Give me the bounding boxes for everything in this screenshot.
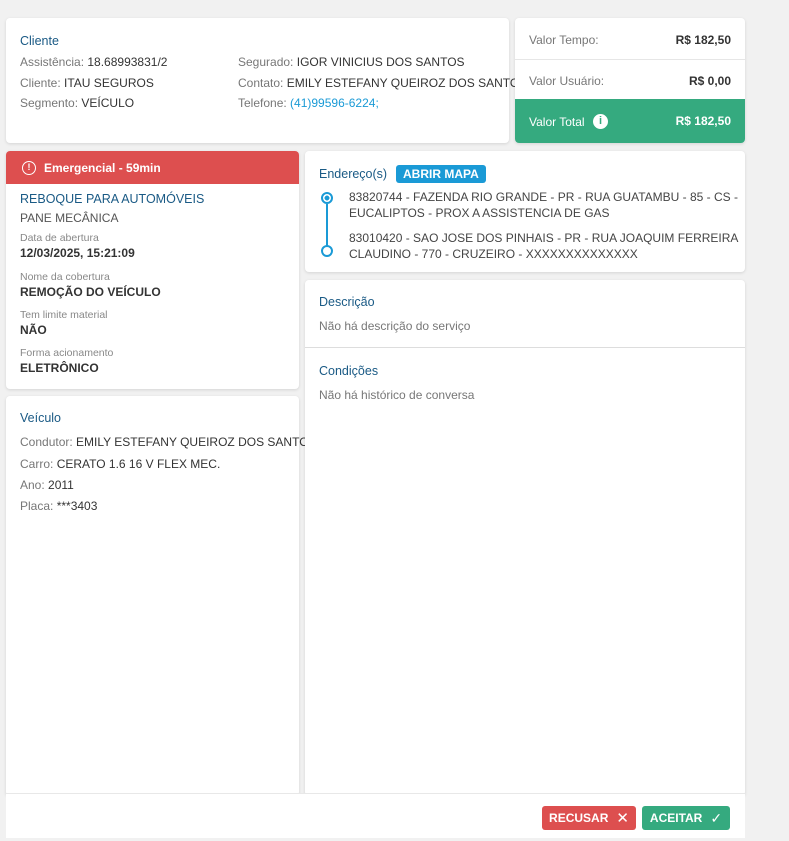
telefone-field: Telefone: (41)99596-6224;: [238, 96, 379, 110]
aceitar-button[interactable]: ACEITAR ✓: [642, 806, 730, 830]
descricao-title: Descrição: [319, 295, 375, 309]
veiculo-title: Veículo: [20, 411, 62, 425]
valor-total: R$ 182,50: [675, 114, 731, 128]
field-label: Data de abertura: [20, 232, 99, 244]
contato-field: Contato: EMILY ESTEFANY QUEIROZ DOS SANT…: [238, 76, 528, 90]
valores-card: Valor Tempo: R$ 182,50 Valor Usuário: R$…: [515, 18, 745, 143]
carro-field: Carro: CERATO 1.6 16 V FLEX MEC.: [20, 457, 221, 471]
alert-icon: !: [22, 160, 36, 175]
condicoes-text: Não há histórico de conversa: [319, 388, 475, 402]
footer-bar: RECUSAR ✕ ACEITAR ✓: [6, 793, 745, 838]
valor-usuario: R$ 0,00: [688, 74, 731, 88]
valor-tempo: R$ 182,50: [675, 33, 731, 47]
ano-field: Ano: 2011: [20, 478, 74, 492]
condutor-field: Condutor: EMILY ESTEFANY QUEIROZ DOS SAN…: [20, 435, 317, 449]
recusar-button[interactable]: RECUSAR ✕: [542, 806, 636, 830]
field-label: Nome da cobertura: [20, 271, 110, 283]
enderecos-card: Endereço(s) ABRIR MAPA 83820744 - FAZEND…: [305, 151, 745, 272]
segurado-field: Segurado: IGOR VINICIUS DOS SANTOS: [238, 55, 465, 69]
check-icon: ✓: [710, 809, 723, 826]
info-icon[interactable]: i: [593, 114, 608, 129]
cliente-title: Cliente: [20, 34, 59, 48]
servico-card: ! Emergencial - 59min REBOQUE PARA AUTOM…: [6, 151, 299, 389]
destination-marker-icon: [321, 245, 333, 257]
endereco-destino: 83010420 - SAO JOSE DOS PINHAIS - PR - R…: [349, 231, 739, 261]
cliente-field: Cliente: ITAU SEGUROS: [20, 76, 154, 90]
emergency-badge: ! Emergencial - 59min: [6, 151, 299, 184]
veiculo-card: Veículo Condutor: EMILY ESTEFANY QUEIROZ…: [6, 396, 317, 796]
valor-total-bar: Valor Total i R$ 182,50: [515, 99, 745, 143]
field-value: 12/03/2025, 15:21:09: [20, 246, 135, 260]
abrir-mapa-button[interactable]: ABRIR MAPA: [396, 165, 486, 183]
field-value: NÃO: [20, 323, 47, 337]
cliente-card: Cliente Assistência: 18.68993831/2 Clien…: [6, 18, 527, 143]
telefone-link[interactable]: (41)99596-6224;: [290, 96, 379, 110]
placa-field: Placa: ***3403: [20, 499, 98, 513]
valor-usuario-label: Valor Usuário:: [529, 74, 605, 88]
descricao-card: Descrição Não há descrição do serviço Co…: [305, 280, 745, 796]
endereco-origem: 83820744 - FAZENDA RIO GRANDE - PR - RUA…: [349, 190, 738, 220]
field-label: Tem limite material: [20, 309, 108, 321]
descricao-text: Não há descrição do serviço: [319, 319, 471, 333]
origin-marker-icon: [321, 192, 333, 204]
condicoes-title: Condições: [319, 364, 379, 378]
field-value: ELETRÔNICO: [20, 361, 99, 375]
close-icon: ✕: [616, 810, 629, 827]
field-value: REMOÇÃO DO VEÍCULO: [20, 285, 161, 299]
valor-total-label: Valor Total: [529, 115, 585, 129]
servico-tipo: REBOQUE PARA AUTOMÓVEIS: [20, 192, 205, 206]
servico-motivo: PANE MECÂNICA: [20, 211, 119, 225]
valor-tempo-label: Valor Tempo:: [529, 33, 599, 47]
assistencia-field: Assistência: 18.68993831/2: [20, 55, 168, 69]
field-label: Forma acionamento: [20, 347, 114, 359]
segmento-field: Segmento: VEÍCULO: [20, 96, 135, 110]
enderecos-title: Endereço(s): [319, 167, 388, 181]
route-line: [326, 204, 328, 246]
